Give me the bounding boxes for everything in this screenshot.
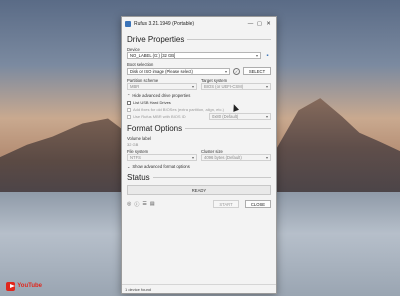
youtube-logo: YouTube bbox=[6, 281, 42, 291]
close-window-button[interactable]: ✕ bbox=[264, 21, 273, 27]
app-icon bbox=[125, 21, 131, 27]
list-usb-checkbox[interactable]: List USB Hard Drives bbox=[127, 100, 271, 105]
drive-properties-header: Drive Properties bbox=[127, 35, 271, 44]
chevron-down-icon: ▾ bbox=[255, 53, 258, 58]
target-system-select[interactable]: BIOS (or UEFI-CSM) ▾ bbox=[201, 83, 271, 90]
chevron-down-icon: ⌄ bbox=[127, 164, 131, 169]
save-icon[interactable]: ▪ bbox=[264, 52, 271, 59]
boot-selection-select[interactable]: Disk or ISO image (Please select) ▾ bbox=[127, 67, 230, 75]
info-icon[interactable]: ⓘ bbox=[134, 201, 139, 208]
bios-id-select[interactable]: 0x80 (Default) ▾ bbox=[209, 113, 271, 120]
globe-icon[interactable]: ◎ bbox=[127, 201, 131, 207]
rufus-mbr-checkbox[interactable]: Use Rufus MBR with BIOS ID bbox=[127, 114, 206, 119]
log-icon[interactable]: ▤ bbox=[150, 201, 155, 207]
chevron-up-icon: ⌃ bbox=[127, 93, 131, 98]
select-button[interactable]: SELECT bbox=[243, 67, 271, 75]
volume-label-field[interactable]: 32 GB bbox=[127, 141, 271, 148]
verify-icon[interactable]: ✓ bbox=[233, 67, 240, 75]
chevron-down-icon: ▾ bbox=[191, 84, 194, 89]
rufus-window: Rufus 3.21.1949 (Portable) — ▢ ✕ Drive P… bbox=[121, 16, 277, 294]
chevron-down-icon: ▾ bbox=[265, 114, 268, 119]
advanced-format-toggle[interactable]: ⌄ Show advanced format options bbox=[127, 164, 271, 169]
title-bar: Rufus 3.21.1949 (Portable) — ▢ ✕ bbox=[122, 17, 276, 31]
device-select[interactable]: NO_LABEL (G:) [32 GB] ▾ bbox=[127, 52, 261, 59]
format-options-header: Format Options bbox=[127, 124, 271, 133]
status-header: Status bbox=[127, 173, 271, 182]
file-system-select[interactable]: NTFS ▾ bbox=[127, 154, 197, 161]
settings-icon[interactable]: ☰ bbox=[142, 201, 146, 207]
chevron-down-icon: ▾ bbox=[265, 155, 268, 160]
partition-scheme-select[interactable]: MBR ▾ bbox=[127, 83, 197, 90]
minimize-button[interactable]: — bbox=[246, 21, 255, 27]
cluster-size-select[interactable]: 4096 bytes (Default) ▾ bbox=[201, 154, 271, 161]
maximize-button[interactable]: ▢ bbox=[255, 21, 264, 27]
chevron-down-icon: ▾ bbox=[265, 84, 268, 89]
chevron-down-icon: ▾ bbox=[224, 68, 227, 74]
status-footer: 1 device found bbox=[122, 284, 276, 293]
close-button[interactable]: CLOSE bbox=[245, 200, 271, 208]
start-button[interactable]: START bbox=[213, 200, 239, 208]
advanced-drive-toggle[interactable]: ⌃ Hide advanced drive properties bbox=[127, 93, 271, 98]
window-title: Rufus 3.21.1949 (Portable) bbox=[134, 21, 195, 27]
chevron-down-icon: ▾ bbox=[191, 155, 194, 160]
play-icon bbox=[6, 281, 16, 291]
status-progress-bar: READY bbox=[127, 185, 271, 195]
